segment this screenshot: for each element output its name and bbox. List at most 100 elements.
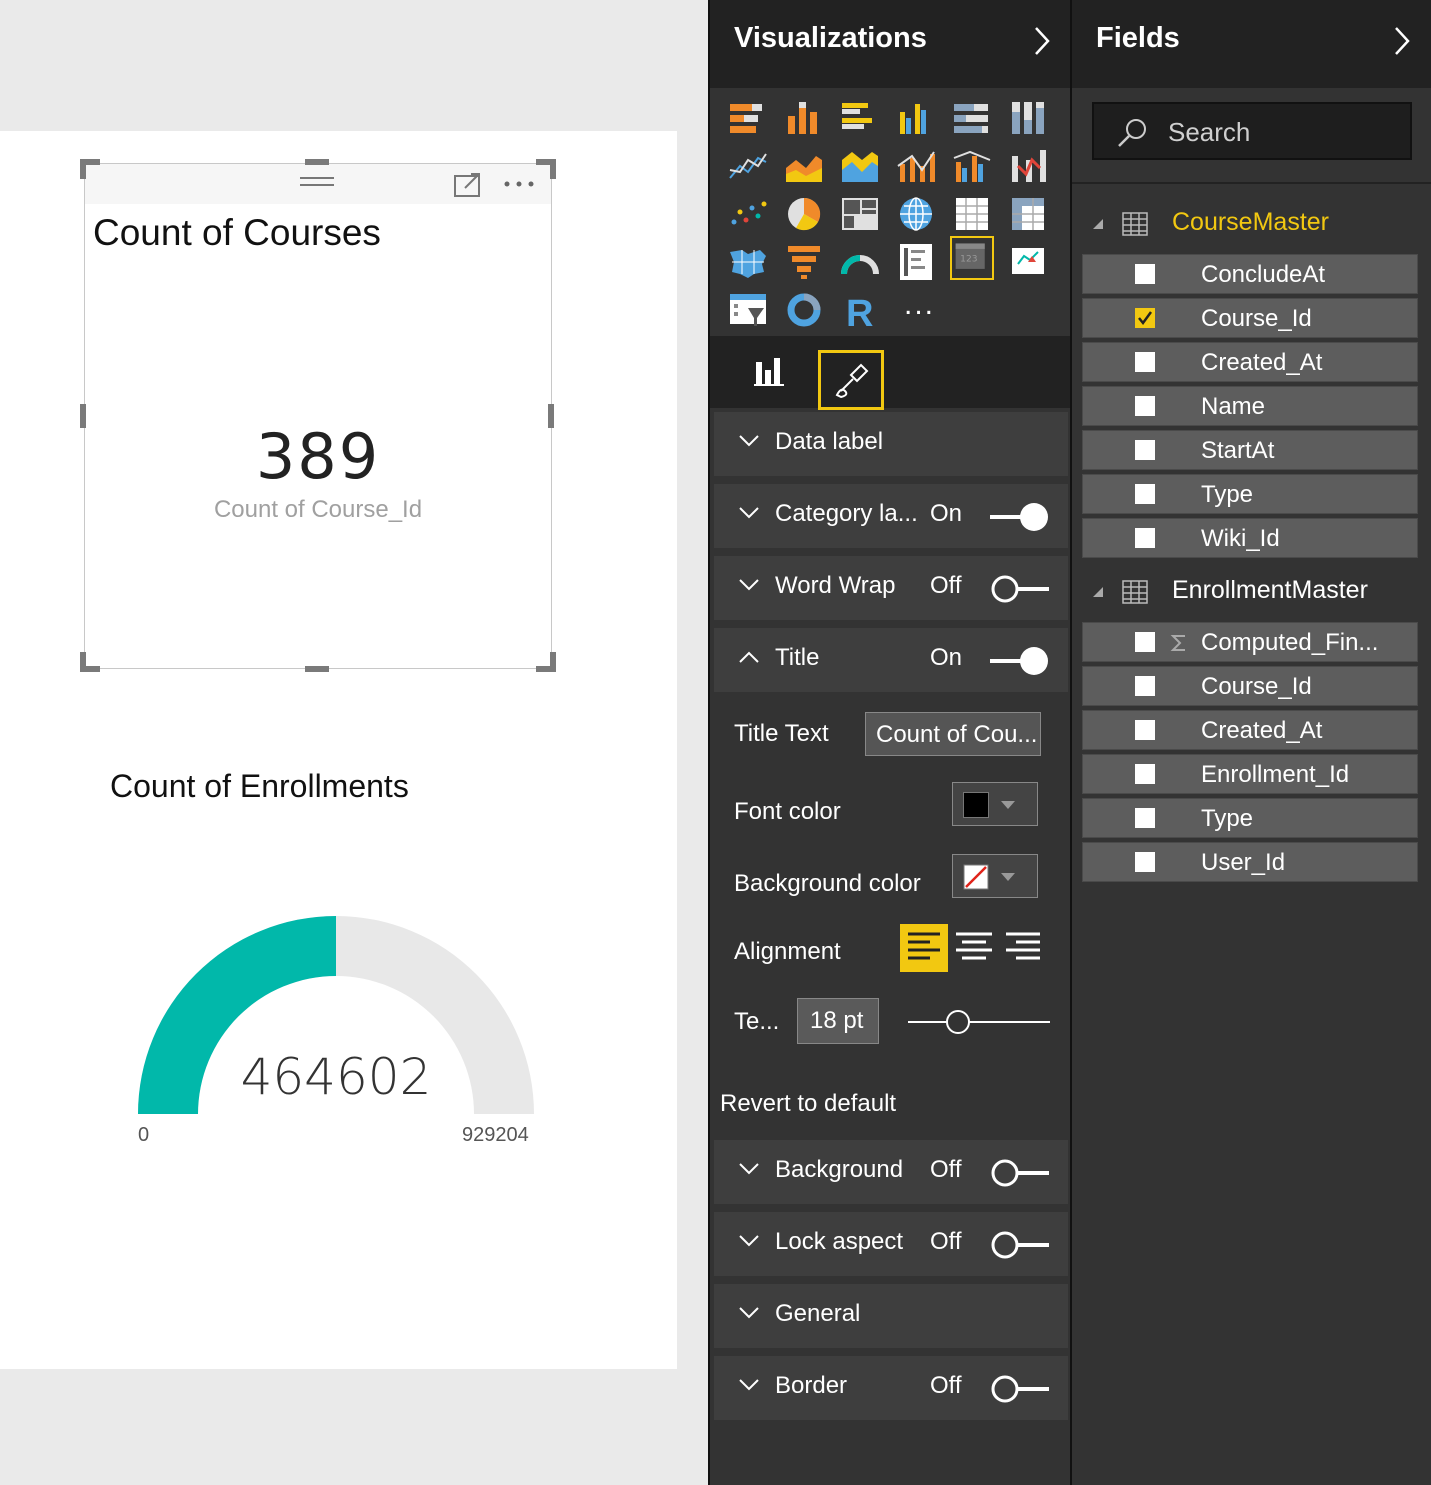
field-row[interactable]: Course_Id [1082,666,1418,706]
section-category-label[interactable]: Category la... On [714,484,1068,548]
title-toggle[interactable] [990,646,1050,676]
resize-handle-br-v[interactable] [550,652,556,672]
table-enrollmentmaster[interactable]: EnrollmentMaster [1072,572,1431,612]
field-checkbox[interactable] [1135,808,1155,828]
revert-to-default-link[interactable]: Revert to default [720,1090,896,1118]
filled-map-icon[interactable] [726,242,770,282]
gauge-icon[interactable] [838,242,882,282]
word-wrap-toggle[interactable] [990,574,1050,604]
section-data-label[interactable]: Data label [714,412,1068,476]
field-checkbox[interactable] [1135,852,1155,872]
section-title[interactable]: Title On [714,628,1068,692]
clustered-bar-chart-icon[interactable] [838,98,882,138]
lock-aspect-toggle[interactable] [990,1230,1050,1260]
section-word-wrap[interactable]: Word Wrap Off [714,556,1068,620]
drag-handle-icon[interactable] [300,174,334,190]
visual-tabs-bar [710,336,1070,410]
resize-handle-top[interactable] [305,159,329,165]
table-coursemaster[interactable]: CourseMaster [1072,204,1431,244]
background-color-picker[interactable] [952,854,1038,898]
field-checkbox[interactable] [1135,764,1155,784]
field-name: User_Id [1201,849,1286,876]
more-options-icon[interactable] [503,180,537,188]
multi-row-card-icon[interactable] [894,242,938,282]
fields-search-box[interactable] [1092,102,1412,160]
section-general[interactable]: General [714,1284,1068,1348]
field-checkbox[interactable] [1135,720,1155,740]
pie-chart-icon[interactable] [782,194,826,234]
field-row[interactable]: Name [1082,386,1418,426]
field-checkbox[interactable] [1135,528,1155,548]
section-background[interactable]: Background Off [714,1140,1068,1204]
ribbon-chart-icon[interactable] [1006,146,1050,186]
background-toggle[interactable] [990,1158,1050,1188]
resize-handle-tr-v[interactable] [550,159,556,179]
stacked-bar-chart-icon[interactable] [726,98,770,138]
field-checkbox[interactable] [1135,632,1155,652]
line-and-stacked-column-icon[interactable] [894,146,938,186]
field-row[interactable]: StartAt [1082,430,1418,470]
text-size-input[interactable]: 18 pt [797,998,879,1044]
treemap-icon[interactable] [838,194,882,234]
field-row[interactable]: Course_Id [1082,298,1418,338]
clustered-column-chart-icon[interactable] [894,98,938,138]
focus-mode-icon[interactable] [453,172,483,198]
field-row[interactable]: Computed_Fin... [1082,622,1418,662]
field-name: Type [1201,481,1254,508]
fields-tab-icon[interactable] [752,356,788,388]
stacked-column-chart-icon[interactable] [782,98,826,138]
line-chart-icon[interactable] [726,146,770,186]
title-text-input[interactable]: Count of Cou... [865,712,1041,756]
collapse-visualizations-chevron-icon[interactable] [1032,26,1052,56]
field-row[interactable]: Enrollment_Id [1082,754,1418,794]
card-visual-icon[interactable]: 123 [950,236,994,280]
format-tab[interactable] [818,350,884,410]
more-visuals-button[interactable]: ... [904,288,935,322]
section-lock-aspect[interactable]: Lock aspect Off [714,1212,1068,1276]
stacked-area-chart-icon[interactable] [838,146,882,186]
expand-triangle-icon[interactable] [1092,218,1104,230]
field-checkbox[interactable] [1135,440,1155,460]
text-size-slider[interactable] [908,1008,1052,1036]
scatter-chart-icon[interactable] [726,194,770,234]
field-row[interactable]: User_Id [1082,842,1418,882]
resize-handle-bottom[interactable] [305,666,329,672]
field-checkbox[interactable] [1135,308,1155,328]
field-checkbox[interactable] [1135,676,1155,696]
field-row[interactable]: Created_At [1082,710,1418,750]
field-row[interactable]: Wiki_Id [1082,518,1418,558]
border-toggle[interactable] [990,1374,1050,1404]
field-row[interactable]: Created_At [1082,342,1418,382]
field-row[interactable]: ConcludeAt [1082,254,1418,294]
expand-triangle-icon[interactable] [1092,586,1104,598]
align-right-button[interactable] [1002,924,1046,972]
slicer-icon[interactable] [726,290,770,330]
chevron-down-icon [739,507,759,519]
section-border[interactable]: Border Off [714,1356,1068,1420]
font-color-picker[interactable] [952,782,1038,826]
field-checkbox[interactable] [1135,264,1155,284]
collapse-fields-chevron-icon[interactable] [1392,26,1412,56]
100-stacked-bar-chart-icon[interactable] [950,98,994,138]
100-stacked-column-chart-icon[interactable] [1006,98,1050,138]
field-checkbox[interactable] [1135,484,1155,504]
area-chart-icon[interactable] [782,146,826,186]
matrix-icon[interactable] [1006,194,1050,234]
category-label-toggle[interactable] [990,502,1050,532]
kpi-icon[interactable] [1006,242,1050,282]
r-script-visual-icon[interactable]: R [838,290,882,330]
search-input[interactable] [1166,114,1400,150]
field-row[interactable]: Type [1082,798,1418,838]
field-checkbox[interactable] [1135,396,1155,416]
map-icon[interactable] [894,194,938,234]
donut-chart-icon[interactable] [782,290,826,330]
table-icon[interactable] [950,194,994,234]
resize-handle-tl-v[interactable] [80,159,86,179]
align-left-button[interactable] [900,924,948,972]
field-row[interactable]: Type [1082,474,1418,514]
line-and-clustered-column-icon[interactable] [950,146,994,186]
funnel-icon[interactable] [782,242,826,282]
resize-handle-bl-v[interactable] [80,652,86,672]
align-center-button[interactable] [952,924,996,972]
field-checkbox[interactable] [1135,352,1155,372]
